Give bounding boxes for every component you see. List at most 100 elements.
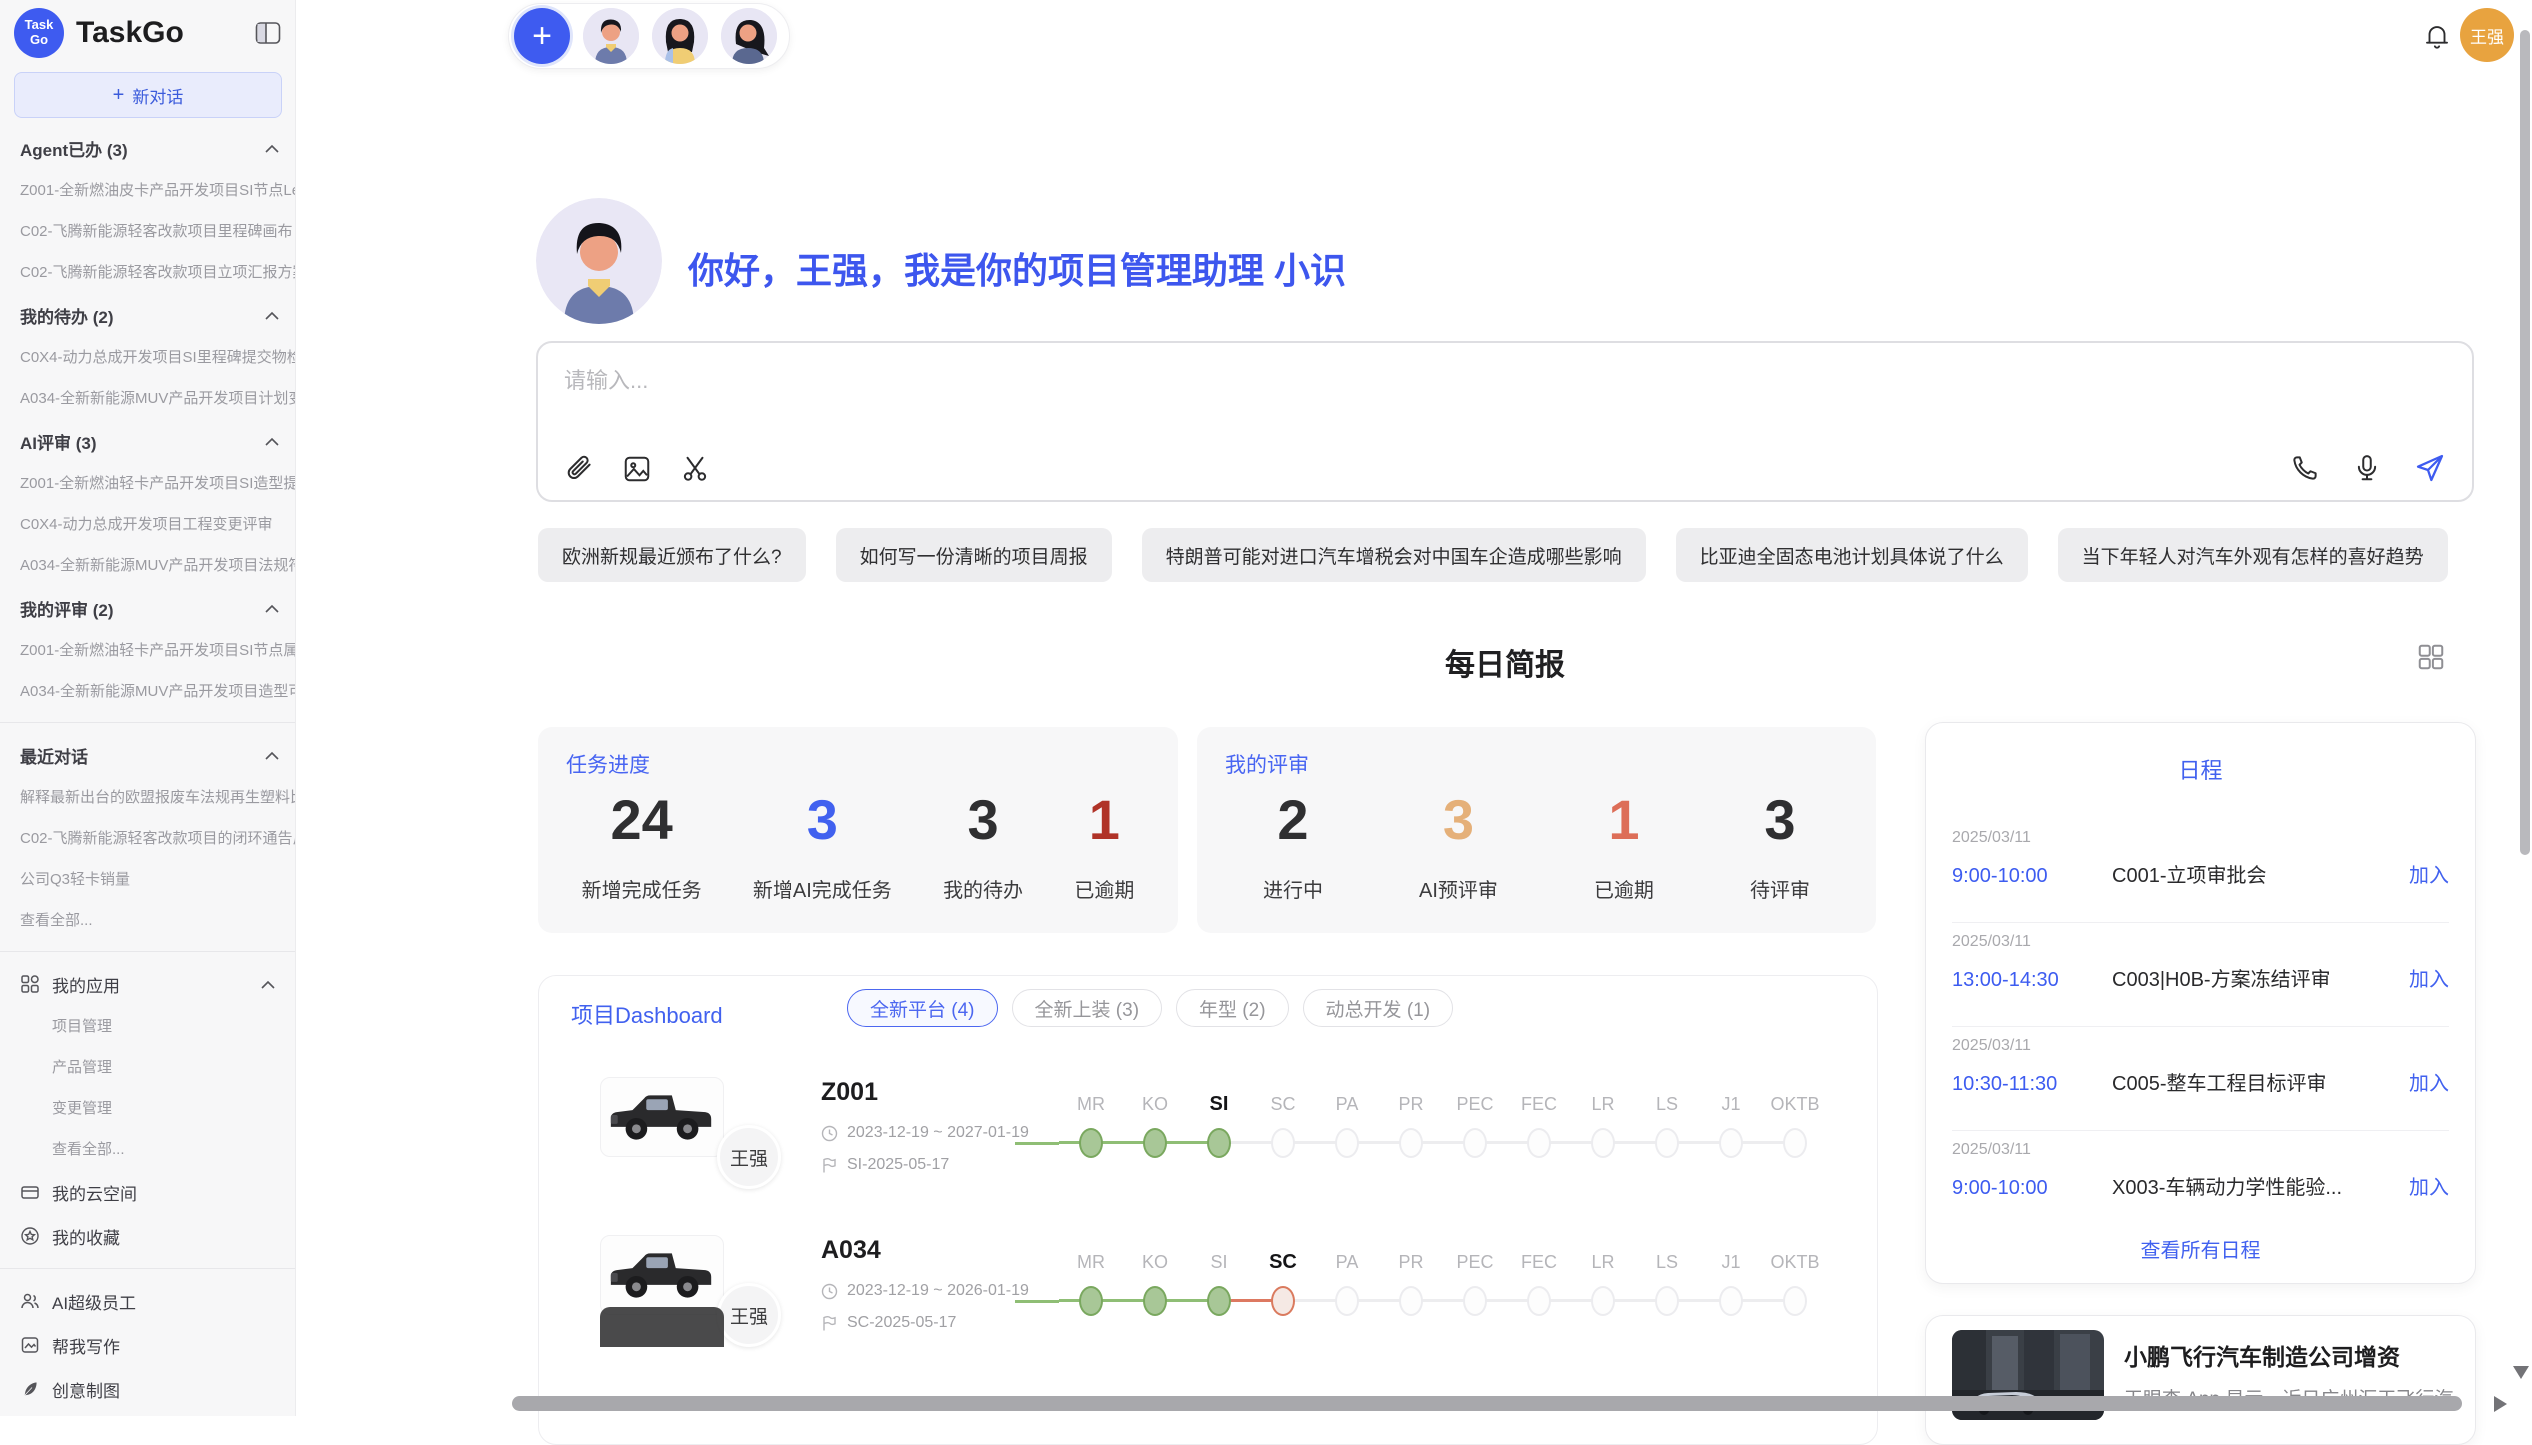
app-link-product-mgmt[interactable]: 产品管理: [0, 1047, 295, 1088]
view-all-chats-link[interactable]: 查看全部...: [0, 900, 295, 941]
sidebar-item-ai-employee[interactable]: AI超级员工: [0, 1279, 295, 1323]
view-all-schedule-link[interactable]: 查看所有日程: [1926, 1234, 2475, 1263]
project-code: A034: [821, 1236, 881, 1265]
app-link-change-mgmt[interactable]: 变更管理: [0, 1088, 295, 1129]
member-avatar[interactable]: [652, 8, 708, 64]
milestone-dot: [1207, 1286, 1231, 1316]
milestone-dot: [1079, 1286, 1103, 1316]
sidebar-task-item[interactable]: Z001-全新燃油轻卡产品开发项目SI节点属性5D文件评审: [0, 630, 295, 671]
member-avatar[interactable]: [721, 8, 777, 64]
person-avatar-icon: [583, 8, 639, 64]
sidebar-item-cloud-space[interactable]: 我的云空间: [0, 1170, 295, 1214]
stat-value: 2: [1263, 791, 1323, 850]
stat-label: 进行中: [1263, 874, 1323, 903]
person-avatar-icon: [652, 8, 708, 64]
sidebar-task-item[interactable]: A034-全新新能源MUV产品开发项目计划变更表编写: [0, 378, 295, 419]
sidebar-item-favorites[interactable]: 我的收藏: [0, 1214, 295, 1258]
milestone-label: KO: [1123, 1249, 1187, 1275]
app-logo-line2: Go: [30, 33, 48, 48]
join-meeting-link[interactable]: 加入: [2409, 963, 2449, 992]
sidebar-task-item[interactable]: Z001-全新燃油皮卡产品开发项目SI节点Lesson Learn报告: [0, 170, 295, 211]
app-logo: Task Go: [14, 8, 64, 58]
sidebar-item-creative-draw[interactable]: 创意制图: [0, 1367, 295, 1411]
sidebar-task-item[interactable]: C0X4-动力总成开发项目工程变更评审: [0, 504, 295, 545]
suggestion-chip[interactable]: 如何写一份清晰的项目周报: [836, 528, 1112, 582]
project-image-partial: [600, 1307, 724, 1347]
horizontal-scrollbar-thumb[interactable]: [512, 1396, 2462, 1411]
notification-bell-icon[interactable]: [2422, 22, 2452, 52]
user-avatar[interactable]: 王强: [2460, 8, 2514, 62]
project-row[interactable]: 王强 A034 2023-12-19 ~ 2026-01-19 SC-2025-…: [539, 1220, 1877, 1378]
project-row[interactable]: 王强 Z001 2023-12-19 ~ 2027-01-19 SI-2025-…: [539, 1062, 1877, 1220]
schedule-item: 2025/03/11 9:00-10:00 X003-车辆动力学性能验... 加…: [1952, 1131, 2449, 1235]
plus-icon: +: [113, 84, 125, 107]
join-meeting-link[interactable]: 加入: [2409, 1171, 2449, 1200]
sidebar-task-item[interactable]: A034-全新新能源MUV产品开发项目造型可行性评审: [0, 671, 295, 712]
suggestion-chip[interactable]: 比亚迪全固态电池计划具体说了什么: [1676, 528, 2028, 582]
member-avatar[interactable]: [583, 8, 639, 64]
new-chat-button[interactable]: + 新对话: [14, 72, 282, 118]
stat-label: 我的待办: [943, 874, 1023, 903]
add-member-button[interactable]: +: [514, 8, 570, 64]
dashboard-tab[interactable]: 年型 (2): [1176, 989, 1289, 1027]
section-header-agent-done[interactable]: Agent已办 (3): [0, 126, 295, 170]
sidebar-task-item[interactable]: A034-全新新能源MUV产品开发项目法规符合性评审: [0, 545, 295, 586]
news-card[interactable]: 小鹏飞行汽车制造公司增资 天眼查 App 显示，近日广州汇天飞行汽...: [1925, 1315, 2476, 1445]
stat-value: 24: [582, 791, 702, 850]
section-header-recent-chats[interactable]: 最近对话: [0, 733, 295, 777]
divider: [0, 951, 295, 952]
creative-draw-label: 创意制图: [52, 1377, 120, 1402]
sidebar-item-my-apps[interactable]: 我的应用: [0, 962, 295, 1006]
sidebar-collapse-icon[interactable]: [255, 21, 281, 45]
sidebar-task-item[interactable]: C0X4-动力总成开发项目SI里程碑提交物检查: [0, 337, 295, 378]
scissors-icon[interactable]: [680, 454, 710, 484]
stat-value: 3: [753, 791, 892, 850]
sidebar-task-item[interactable]: C02-飞腾新能源轻客改款项目里程碑画布: [0, 211, 295, 252]
scroll-right-arrow-icon[interactable]: [2494, 1396, 2507, 1412]
recent-chat-item[interactable]: C02-飞腾新能源轻客改款项目的闭环通告反馈情况: [0, 818, 295, 859]
sidebar-task-item[interactable]: C02-飞腾新能源轻客改款项目立项汇报方案: [0, 252, 295, 293]
vertical-scrollbar-thumb[interactable]: [2520, 30, 2530, 855]
milestone-label: MR: [1059, 1249, 1123, 1275]
attachment-icon[interactable]: [564, 454, 594, 484]
milestone-label: SI: [1187, 1091, 1251, 1117]
phone-call-icon[interactable]: [2290, 453, 2320, 483]
schedule-item: 2025/03/11 10:30-11:30 C005-整车工程目标评审 加入: [1952, 1027, 2449, 1131]
chat-input[interactable]: 请输入...: [536, 341, 2474, 502]
suggestion-chip[interactable]: 特朗普可能对进口汽车增税会对中国车企造成哪些影响: [1142, 528, 1646, 582]
stat-label: 已逾期: [1594, 874, 1654, 903]
section-header-my-review[interactable]: 我的评审 (2): [0, 586, 295, 630]
view-all-apps-link[interactable]: 查看全部...: [0, 1129, 295, 1170]
milestone-dot: [1527, 1128, 1551, 1158]
section-header-ai-review[interactable]: AI评审 (3): [0, 419, 295, 463]
dashboard-tab[interactable]: 全新平台 (4): [847, 989, 998, 1027]
microphone-icon[interactable]: [2352, 453, 2382, 483]
send-icon[interactable]: [2414, 452, 2446, 484]
suggestion-chip[interactable]: 当下年轻人对汽车外观有怎样的喜好趋势: [2058, 528, 2448, 582]
milestone-dot: [1143, 1286, 1167, 1316]
stat: 3 AI预评审: [1419, 791, 1498, 903]
section-header-my-todo[interactable]: 我的待办 (2): [0, 293, 295, 337]
chevron-up-icon: [265, 311, 279, 320]
recent-chat-item[interactable]: 解释最新出台的欧盟报废车法规再生塑料比例被调至15%...: [0, 777, 295, 818]
recent-chat-item[interactable]: 公司Q3轻卡销量: [0, 859, 295, 900]
dashboard-tab[interactable]: 动总开发 (1): [1303, 989, 1454, 1027]
sidebar-item-help-write[interactable]: 帮我写作: [0, 1323, 295, 1367]
join-meeting-link[interactable]: 加入: [2409, 859, 2449, 888]
project-image: [600, 1235, 724, 1315]
image-icon[interactable]: [622, 454, 652, 484]
suggestion-chip[interactable]: 欧洲新规最近颁布了什么?: [538, 528, 806, 582]
milestone-dot: [1143, 1128, 1167, 1158]
scroll-down-arrow-icon[interactable]: [2513, 1366, 2529, 1379]
milestone-dot: [1271, 1286, 1295, 1316]
milestone-label: PR: [1379, 1091, 1443, 1117]
app-link-project-mgmt[interactable]: 项目管理: [0, 1006, 295, 1047]
pickup-truck-icon: [601, 1235, 723, 1315]
sidebar-task-item[interactable]: Z001-全新燃油轻卡产品开发项目SI造型提交物评审: [0, 463, 295, 504]
schedule-date: 2025/03/11: [1952, 933, 2449, 951]
join-meeting-link[interactable]: 加入: [2409, 1067, 2449, 1096]
schedule-date: 2025/03/11: [1952, 829, 2449, 847]
dashboard-tab[interactable]: 全新上装 (3): [1012, 989, 1163, 1027]
milestone-label: FEC: [1507, 1091, 1571, 1117]
layout-grid-icon[interactable]: [2416, 642, 2446, 672]
